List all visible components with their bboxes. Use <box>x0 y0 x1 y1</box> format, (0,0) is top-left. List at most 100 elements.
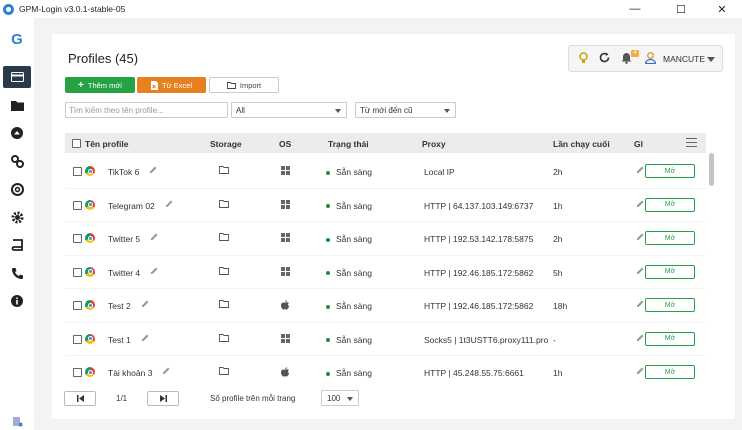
edit-note-pencil-icon[interactable] <box>636 200 644 210</box>
row-checkbox[interactable] <box>73 167 82 176</box>
profile-name[interactable]: Tài khoản 3 <box>108 368 152 378</box>
user-menu-chevron-icon[interactable] <box>707 57 715 62</box>
table-header: Tên profile Storage OS Trạng thái Proxy … <box>65 133 706 153</box>
profile-name[interactable]: Test 2 <box>108 301 131 311</box>
chrome-browser-icon <box>85 233 95 243</box>
proxy-value: HTTP | 192.46.185.172:5862 <box>424 301 534 311</box>
edit-name-pencil-icon[interactable] <box>150 233 158 243</box>
column-header-note[interactable]: Gl <box>634 139 643 149</box>
column-header-name[interactable]: Tên profile <box>85 139 128 149</box>
sidebar-item-docs[interactable] <box>3 234 31 256</box>
storage-folder-icon[interactable] <box>219 199 229 210</box>
sidebar-item-upload[interactable] <box>3 122 31 144</box>
status-dot <box>326 204 330 209</box>
excel-file-icon <box>150 80 158 90</box>
search-input[interactable] <box>65 102 228 118</box>
edit-name-pencil-icon[interactable] <box>149 166 157 176</box>
row-checkbox[interactable] <box>73 234 82 243</box>
sidebar-item-proxy[interactable] <box>3 150 31 172</box>
profile-name[interactable]: Twitter 4 <box>108 268 140 278</box>
edit-name-pencil-icon[interactable] <box>150 267 158 277</box>
per-page-label: Số profile trên mỗi trang <box>210 394 296 403</box>
edit-note-pencil-icon[interactable] <box>636 367 644 377</box>
plus-icon: + <box>78 79 84 91</box>
table-row[interactable]: Test 2 Sẵn sàng HTTP | 192.46.185.172:5862… <box>65 289 706 323</box>
row-checkbox[interactable] <box>73 301 82 310</box>
lightbulb-icon[interactable] <box>579 52 588 66</box>
sort-select[interactable]: Từ mới đến cũ <box>355 102 456 118</box>
storage-folder-icon[interactable] <box>219 166 229 176</box>
skip-last-icon <box>159 395 167 402</box>
maximize-button[interactable]: ☐ <box>661 0 701 18</box>
import-excel-button[interactable]: Từ Excel <box>137 77 206 93</box>
group-filter-select[interactable]: All <box>231 102 347 118</box>
table-scrollbar[interactable] <box>709 153 714 186</box>
per-page-select[interactable]: 100 <box>321 390 359 406</box>
status-dot <box>326 237 330 242</box>
column-header-os[interactable]: OS <box>279 139 291 149</box>
open-profile-button[interactable]: Mở <box>645 264 695 279</box>
open-profile-button[interactable]: Mở <box>645 231 695 245</box>
table-row[interactable]: Tài khoản 3 Sẵn sàng HTTP | 45.248.55.75:6… <box>65 356 706 383</box>
open-profile-button[interactable]: Mở <box>645 164 695 178</box>
username[interactable]: MANCUTE <box>663 54 705 64</box>
storage-folder-icon[interactable] <box>219 367 229 377</box>
row-checkbox[interactable] <box>73 200 82 210</box>
sidebar-item-support[interactable] <box>3 178 31 200</box>
row-checkbox[interactable] <box>73 267 82 277</box>
edit-name-pencil-icon[interactable] <box>165 200 173 210</box>
table-row[interactable]: TikTok 6 Sẵn sàng Local IP 2h Mở <box>65 155 706 189</box>
profile-name[interactable]: Telegram 02 <box>108 201 155 211</box>
column-header-storage[interactable]: Storage <box>210 139 242 149</box>
storage-folder-icon[interactable] <box>219 300 229 310</box>
open-profile-button[interactable]: Mở <box>645 197 695 212</box>
minimize-button[interactable]: — <box>615 0 655 18</box>
open-profile-button[interactable]: Mở <box>645 331 695 346</box>
column-header-status[interactable]: Trạng thái <box>328 139 369 149</box>
last-run-value: - <box>553 334 556 345</box>
chrome-browser-icon <box>85 300 95 310</box>
storage-folder-icon[interactable] <box>219 266 229 277</box>
edit-note-pencil-icon[interactable] <box>636 300 644 310</box>
table-row[interactable]: Twitter 4 Sẵn sàng HTTP | 192.46.185.172:5… <box>65 256 706 289</box>
refresh-icon[interactable] <box>599 52 610 65</box>
add-profile-button[interactable]: + Thêm mới <box>65 77 135 93</box>
sidebar-item-settings[interactable] <box>3 206 31 228</box>
storage-folder-icon[interactable] <box>219 233 229 243</box>
apple-icon <box>281 300 289 312</box>
edit-note-pencil-icon[interactable] <box>636 334 644 344</box>
select-all-checkbox[interactable] <box>72 139 81 148</box>
table-row[interactable]: Twitter 5 Sẵn sàng HTTP | 192.53.142.178:5… <box>65 222 706 256</box>
open-profile-button[interactable]: Mở <box>645 365 695 379</box>
profile-name[interactable]: Twitter 5 <box>108 234 140 244</box>
sidebar-item-contact[interactable] <box>3 262 31 284</box>
last-page-button[interactable] <box>147 391 179 406</box>
edit-name-pencil-icon[interactable] <box>162 367 170 377</box>
column-settings-menu-icon[interactable] <box>686 138 697 147</box>
edit-note-pencil-icon[interactable] <box>636 233 644 243</box>
profile-name[interactable]: TikTok 6 <box>108 167 139 177</box>
column-header-proxy[interactable]: Proxy <box>422 139 446 149</box>
profile-name[interactable]: Test 1 <box>108 335 131 345</box>
first-page-button[interactable] <box>64 391 96 406</box>
edit-name-pencil-icon[interactable] <box>141 300 149 310</box>
column-header-last-run[interactable]: Lần chạy cuối <box>553 139 610 149</box>
edit-note-pencil-icon[interactable] <box>636 166 644 176</box>
storage-folder-icon[interactable] <box>219 333 229 344</box>
table-row[interactable]: Telegram 02 Sẵn sàng HTTP | 64.137.103.149… <box>65 189 706 222</box>
sidebar-logo[interactable]: G <box>3 28 31 50</box>
sidebar-item-account[interactable] <box>3 410 31 430</box>
close-window-button[interactable]: ✕ <box>702 0 742 18</box>
edit-name-pencil-icon[interactable] <box>141 334 149 344</box>
import-button[interactable]: Import <box>209 77 279 93</box>
sidebar-item-profiles[interactable] <box>3 66 31 88</box>
windows-icon <box>281 199 290 211</box>
row-checkbox[interactable] <box>73 368 82 377</box>
open-profile-button[interactable]: Mở <box>645 298 695 312</box>
table-row[interactable]: Test 1 Sẵn sàng Socks5 | 1t3USTT6.proxy111… <box>65 323 706 356</box>
edit-note-pencil-icon[interactable] <box>636 267 644 277</box>
sidebar-item-about[interactable] <box>3 290 31 312</box>
sidebar-item-groups[interactable] <box>3 94 31 116</box>
gpm-logo-icon: G <box>11 30 23 48</box>
row-checkbox[interactable] <box>73 334 82 344</box>
